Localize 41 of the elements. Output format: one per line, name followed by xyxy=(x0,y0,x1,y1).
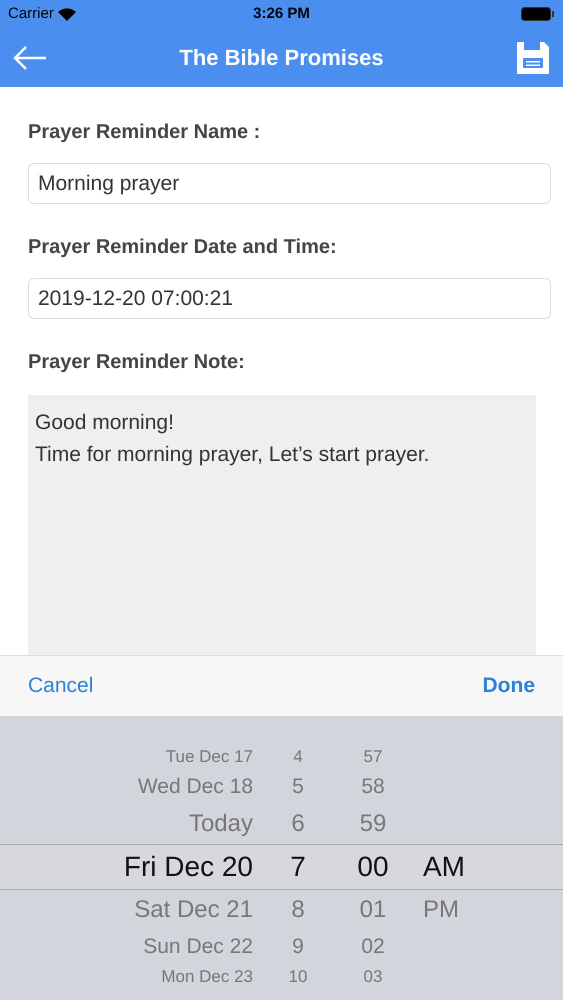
picker-minute[interactable]: 58 xyxy=(343,771,403,803)
picker-minute[interactable]: 00 xyxy=(343,846,403,888)
picker-hour[interactable]: 6 xyxy=(253,806,343,842)
picker-period[interactable]: PM xyxy=(423,892,459,928)
picker-date[interactable]: Sat Dec 21 xyxy=(0,892,253,928)
picker-hour[interactable]: 8 xyxy=(253,892,343,928)
name-field[interactable]: Morning prayer xyxy=(28,163,551,204)
picker-hour[interactable]: 9 xyxy=(253,931,343,963)
picker-hour[interactable]: 4 xyxy=(253,744,343,770)
battery-icon xyxy=(521,7,555,21)
back-arrow-icon xyxy=(12,44,48,70)
note-text: Good morning! xyxy=(35,410,175,436)
date-label: Prayer Reminder Date and Time: xyxy=(28,235,338,260)
date-field[interactable]: 2019-12-20 07:00:21 xyxy=(28,278,551,319)
carrier-label: Carrier xyxy=(8,4,54,24)
note-text: Time for morning prayer, Let’s start prayer. xyxy=(35,442,430,468)
picker-minute[interactable]: 57 xyxy=(343,744,403,770)
wifi-icon xyxy=(58,8,76,20)
picker-date[interactable]: Tue Dec 17 xyxy=(0,744,253,770)
picker-minute[interactable]: 03 xyxy=(343,964,403,990)
picker-minute[interactable]: 01 xyxy=(343,892,403,928)
picker-date[interactable]: Today xyxy=(0,806,253,842)
name-label: Prayer Reminder Name : xyxy=(28,120,262,145)
picker-period[interactable]: AM xyxy=(423,846,465,888)
done-button[interactable]: Done xyxy=(482,670,535,702)
picker-minute[interactable]: 02 xyxy=(343,931,403,963)
picker-hour[interactable]: 5 xyxy=(253,771,343,803)
app-title: The Bible Promises xyxy=(178,44,385,72)
picker-hour[interactable]: 10 xyxy=(253,964,343,990)
picker-date[interactable]: Mon Dec 23 xyxy=(0,964,253,990)
save-icon xyxy=(515,40,551,76)
cancel-button[interactable]: Cancel xyxy=(28,670,94,702)
picker-date[interactable]: Fri Dec 20 xyxy=(0,846,253,888)
picker-minute[interactable]: 59 xyxy=(343,806,403,842)
clock-time: 3:26 PM xyxy=(253,4,310,24)
picker-hour[interactable]: 7 xyxy=(253,846,343,888)
date-picker[interactable]: Tue Dec 17 4 57 Wed Dec 18 5 58 Today 6 59 Fri Dec 20 7 00 AM Sat Dec 21 8 01 PM Sun Dec 22 9 02 Mon Dec 23 10 03 xyxy=(0,716,563,1000)
note-field[interactable]: Good morning! Time for morning prayer, Let’s start prayer. xyxy=(28,395,536,655)
note-label: Prayer Reminder Note: xyxy=(28,350,246,375)
picker-date[interactable]: Sun Dec 22 xyxy=(0,931,253,963)
picker-date[interactable]: Wed Dec 18 xyxy=(0,771,253,803)
